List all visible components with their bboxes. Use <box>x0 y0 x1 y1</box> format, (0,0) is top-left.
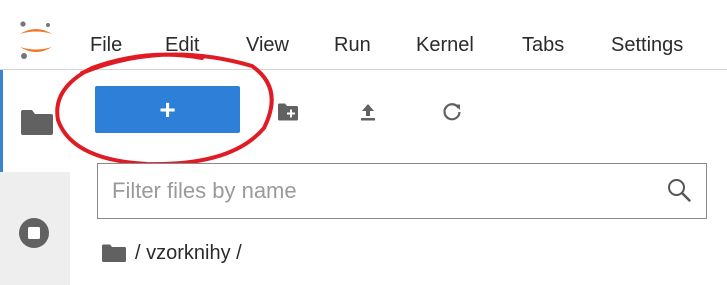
menu-file[interactable]: File <box>90 33 122 57</box>
stop-circle-icon <box>19 218 49 248</box>
menu-bar: File Edit View Run Kernel Tabs Settings <box>0 0 727 70</box>
left-sidebar <box>0 70 70 285</box>
folder-icon <box>21 110 53 135</box>
new-folder-icon[interactable] <box>276 100 300 124</box>
filter-files-box <box>97 163 707 219</box>
menu-kernel[interactable]: Kernel <box>416 33 474 57</box>
file-browser-toolbar: + <box>70 70 727 165</box>
search-icon <box>668 179 691 202</box>
menu-settings[interactable]: Settings <box>611 33 683 57</box>
sidebar-tab-file-browser[interactable] <box>0 70 70 172</box>
menu-view[interactable]: View <box>246 33 289 57</box>
menu-tabs[interactable]: Tabs <box>522 33 564 57</box>
home-folder-icon[interactable] <box>101 243 127 263</box>
jupyter-logo-icon <box>20 21 52 59</box>
breadcrumb-path[interactable]: / vzorknihy / <box>135 242 242 265</box>
filter-files-input[interactable] <box>112 174 652 208</box>
menu-edit[interactable]: Edit <box>165 33 199 57</box>
new-launcher-button[interactable]: + <box>95 86 240 133</box>
jupyterlab-window: File Edit View Run Kernel Tabs Settings … <box>0 0 727 285</box>
refresh-icon[interactable] <box>440 100 464 124</box>
sidebar-tab-running[interactable] <box>0 172 70 285</box>
upload-icon[interactable] <box>356 100 380 124</box>
breadcrumb: / vzorknihy / <box>101 238 242 268</box>
menu-run[interactable]: Run <box>334 33 371 57</box>
